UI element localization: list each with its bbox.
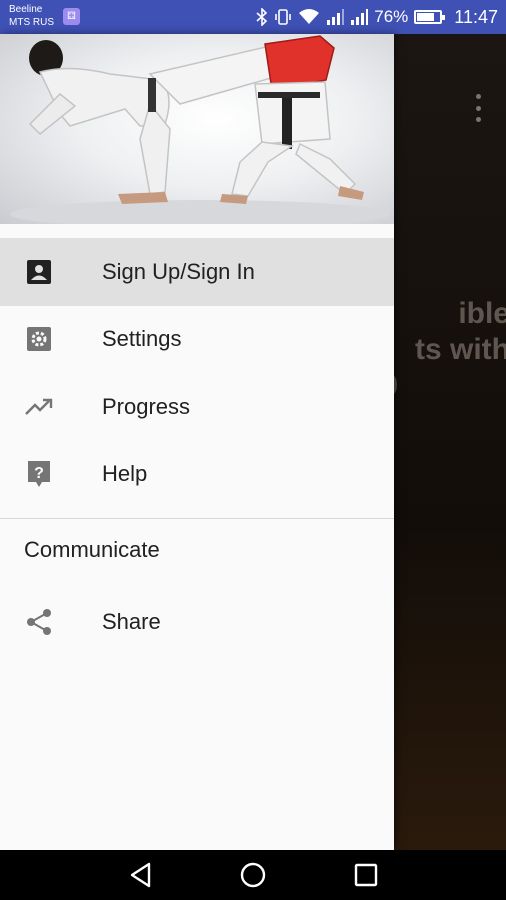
menu-label-help: Help (102, 461, 148, 486)
karate-illustration (10, 35, 390, 224)
menu-item-help[interactable]: ? Help (0, 440, 394, 508)
drawer-header-image (0, 34, 394, 224)
share-icon (25, 608, 53, 636)
recents-icon[interactable] (352, 861, 380, 889)
settings-icon (25, 325, 53, 353)
overflow-menu-icon[interactable] (474, 94, 482, 122)
menu-label-share: Share (102, 609, 161, 634)
status-bar: Beeline MTS RUS ⚃ 76% 11:47 (0, 0, 506, 34)
help-icon: ? (25, 460, 53, 488)
drawer-divider (0, 518, 394, 519)
signal-icon (326, 8, 345, 26)
battery-icon (414, 10, 446, 24)
menu-label-settings: Settings (102, 326, 182, 351)
menu-label-sign-in: Sign Up/Sign In (102, 259, 255, 284)
bluetooth-icon (256, 8, 268, 26)
home-icon[interactable] (239, 861, 267, 889)
carrier-1: Beeline (9, 4, 43, 15)
menu-item-progress[interactable]: Progress (0, 373, 394, 441)
carrier-info: Beeline MTS RUS (9, 3, 54, 29)
carrier-2: MTS RUS (9, 17, 54, 28)
system-navigation-bar (0, 850, 506, 900)
menu-item-sign-in[interactable]: Sign Up/Sign In (0, 238, 394, 306)
wifi-icon (298, 8, 320, 26)
battery-fill (417, 13, 434, 21)
app-notification-icon: ⚃ (63, 8, 80, 25)
account-box-icon (25, 258, 53, 286)
svg-text:?: ? (34, 465, 44, 482)
status-icons: 76% 11:47 (256, 0, 498, 34)
menu-label-progress: Progress (102, 394, 191, 419)
vibrate-icon (274, 8, 292, 26)
menu-item-share[interactable]: Share (0, 588, 394, 656)
section-title-communicate: Communicate (24, 537, 160, 562)
back-icon[interactable] (127, 861, 155, 889)
navigation-drawer: Sign Up/Sign In Settings Progress ? Help… (0, 34, 394, 850)
signal-icon (350, 8, 369, 26)
clock: 11:47 (454, 6, 498, 27)
trending-up-icon (25, 393, 53, 421)
menu-item-settings[interactable]: Settings (0, 305, 394, 373)
battery-percent: 76% (374, 7, 409, 26)
